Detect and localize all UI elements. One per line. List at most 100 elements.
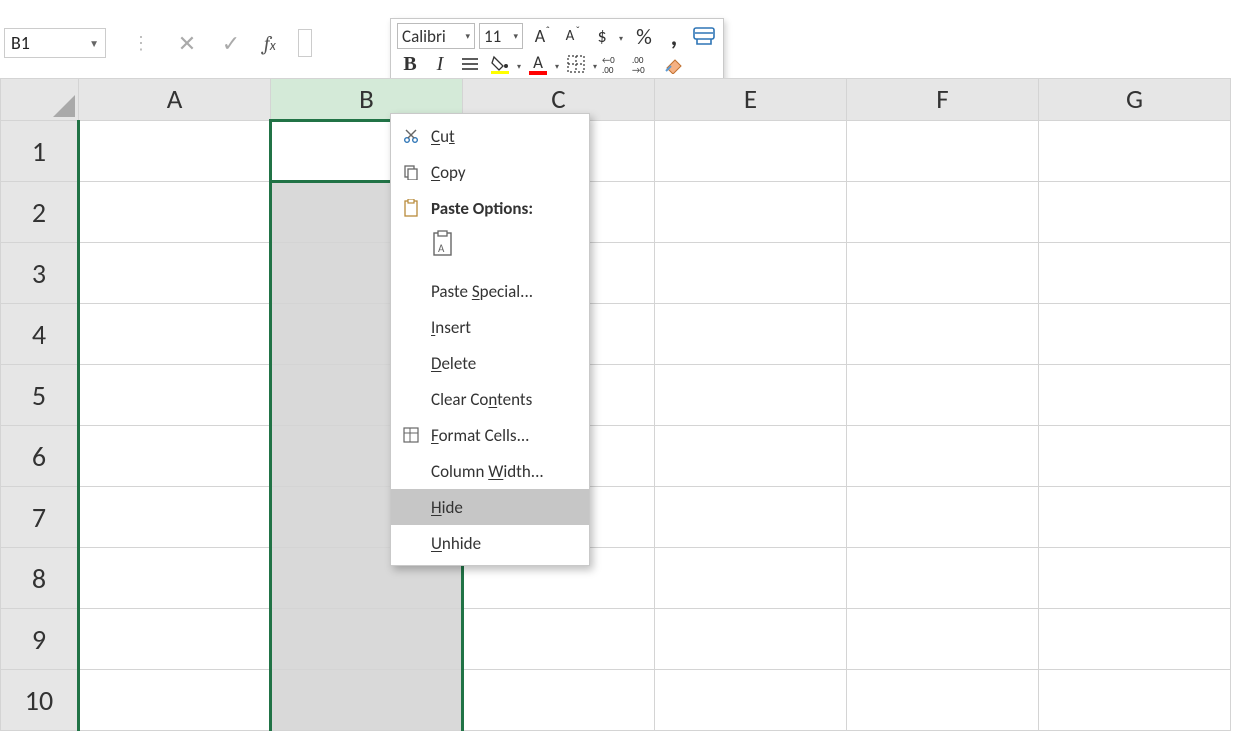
- cell[interactable]: [847, 487, 1039, 548]
- row-header[interactable]: 10: [1, 670, 79, 731]
- cell[interactable]: [655, 548, 847, 609]
- cell[interactable]: [1039, 609, 1231, 670]
- ctx-hide[interactable]: Hide: [391, 489, 589, 525]
- chevron-down-icon[interactable]: ▼: [89, 37, 99, 50]
- cell[interactable]: [79, 304, 271, 365]
- ctx-column-width[interactable]: Column Width...: [391, 453, 589, 489]
- font-name-combo[interactable]: Calibri ▾: [397, 23, 475, 49]
- cell[interactable]: [847, 121, 1039, 182]
- accounting-format-icon[interactable]: $▾: [589, 23, 615, 49]
- cell[interactable]: [1039, 487, 1231, 548]
- cell[interactable]: [847, 365, 1039, 426]
- ctx-delete[interactable]: Delete: [391, 345, 589, 381]
- decrease-decimal-icon[interactable]: .00→0: [631, 51, 657, 77]
- cancel-icon[interactable]: ✕: [176, 30, 198, 57]
- paste-icon[interactable]: A: [431, 230, 457, 260]
- cell[interactable]: [1039, 548, 1231, 609]
- ctx-paste-special[interactable]: Paste Special...: [391, 273, 589, 309]
- increase-decimal-icon[interactable]: ←0.00: [601, 51, 627, 77]
- cell[interactable]: [1039, 365, 1231, 426]
- cell[interactable]: [655, 426, 847, 487]
- cell[interactable]: [79, 182, 271, 243]
- row-header[interactable]: 1: [1, 121, 79, 182]
- cell[interactable]: [1039, 243, 1231, 304]
- cell[interactable]: [79, 365, 271, 426]
- grid-row: 6: [1, 426, 1231, 487]
- ctx-format-cells[interactable]: Format Cells...: [391, 417, 589, 453]
- cell[interactable]: [1039, 121, 1231, 182]
- formula-bar-input[interactable]: [298, 29, 312, 57]
- cell[interactable]: [655, 487, 847, 548]
- font-size-combo[interactable]: 11 ▾: [479, 23, 523, 49]
- cell[interactable]: [847, 609, 1039, 670]
- scissors-icon: [401, 126, 421, 146]
- spreadsheet-grid[interactable]: A B C E F G 1 2 3 4 5 6 7 8 9 10: [0, 78, 1238, 718]
- cell[interactable]: [79, 670, 271, 731]
- cell[interactable]: [271, 670, 463, 731]
- column-header-f[interactable]: F: [847, 79, 1039, 121]
- row-header[interactable]: 8: [1, 548, 79, 609]
- ctx-cut[interactable]: Cut: [391, 118, 589, 154]
- cell[interactable]: [463, 670, 655, 731]
- cell[interactable]: [1039, 304, 1231, 365]
- cell[interactable]: [847, 182, 1039, 243]
- cell[interactable]: [1039, 182, 1231, 243]
- cell[interactable]: [847, 548, 1039, 609]
- percent-format-icon[interactable]: %: [631, 23, 657, 49]
- row-header[interactable]: 3: [1, 243, 79, 304]
- row-header[interactable]: 4: [1, 304, 79, 365]
- column-header-g[interactable]: G: [1039, 79, 1231, 121]
- increase-font-icon[interactable]: Aˆ: [527, 23, 553, 49]
- cell[interactable]: [847, 304, 1039, 365]
- fill-color-icon[interactable]: ▾: [487, 51, 513, 77]
- row-header[interactable]: 6: [1, 426, 79, 487]
- bold-icon[interactable]: B: [397, 51, 423, 77]
- cell[interactable]: [847, 670, 1039, 731]
- ctx-copy[interactable]: Copy: [391, 154, 589, 190]
- cell[interactable]: [847, 426, 1039, 487]
- ctx-insert[interactable]: Insert: [391, 309, 589, 345]
- row-header[interactable]: 2: [1, 182, 79, 243]
- cell[interactable]: [79, 121, 271, 182]
- select-all-corner[interactable]: [1, 79, 79, 121]
- grid-row: 10: [1, 670, 1231, 731]
- enter-icon[interactable]: ✓: [220, 30, 242, 57]
- cell[interactable]: [1039, 670, 1231, 731]
- cell[interactable]: [79, 609, 271, 670]
- cell[interactable]: [847, 243, 1039, 304]
- clear-format-icon[interactable]: [661, 51, 687, 77]
- font-color-icon[interactable]: A ▾: [525, 51, 551, 77]
- cell[interactable]: [79, 548, 271, 609]
- row-header[interactable]: 5: [1, 365, 79, 426]
- cell[interactable]: [79, 426, 271, 487]
- cell[interactable]: [79, 243, 271, 304]
- column-header-e[interactable]: E: [655, 79, 847, 121]
- borders-icon[interactable]: ▾: [563, 51, 589, 77]
- format-painter-icon[interactable]: [691, 23, 717, 49]
- cell[interactable]: [655, 365, 847, 426]
- ctx-clear-contents[interactable]: Clear Contents: [391, 381, 589, 417]
- row-header[interactable]: 9: [1, 609, 79, 670]
- cell[interactable]: [1039, 426, 1231, 487]
- fx-icon[interactable]: fx: [264, 32, 276, 55]
- cell[interactable]: [655, 670, 847, 731]
- italic-icon[interactable]: I: [427, 51, 453, 77]
- cell[interactable]: [655, 609, 847, 670]
- cell[interactable]: [271, 609, 463, 670]
- align-icon[interactable]: [457, 51, 483, 77]
- svg-text:A: A: [438, 242, 445, 255]
- cell[interactable]: [655, 243, 847, 304]
- cell[interactable]: [79, 487, 271, 548]
- chevron-down-icon[interactable]: ▾: [457, 31, 470, 42]
- name-box[interactable]: B1 ▼: [4, 28, 106, 58]
- cell[interactable]: [655, 121, 847, 182]
- decrease-font-icon[interactable]: Aˇ: [557, 23, 583, 49]
- chevron-down-icon[interactable]: ▾: [505, 31, 518, 42]
- ctx-unhide[interactable]: Unhide: [391, 525, 589, 561]
- cell[interactable]: [463, 609, 655, 670]
- row-header[interactable]: 7: [1, 487, 79, 548]
- comma-format-icon[interactable]: ,: [661, 23, 687, 49]
- cell[interactable]: [655, 182, 847, 243]
- column-header-a[interactable]: A: [79, 79, 271, 121]
- cell[interactable]: [655, 304, 847, 365]
